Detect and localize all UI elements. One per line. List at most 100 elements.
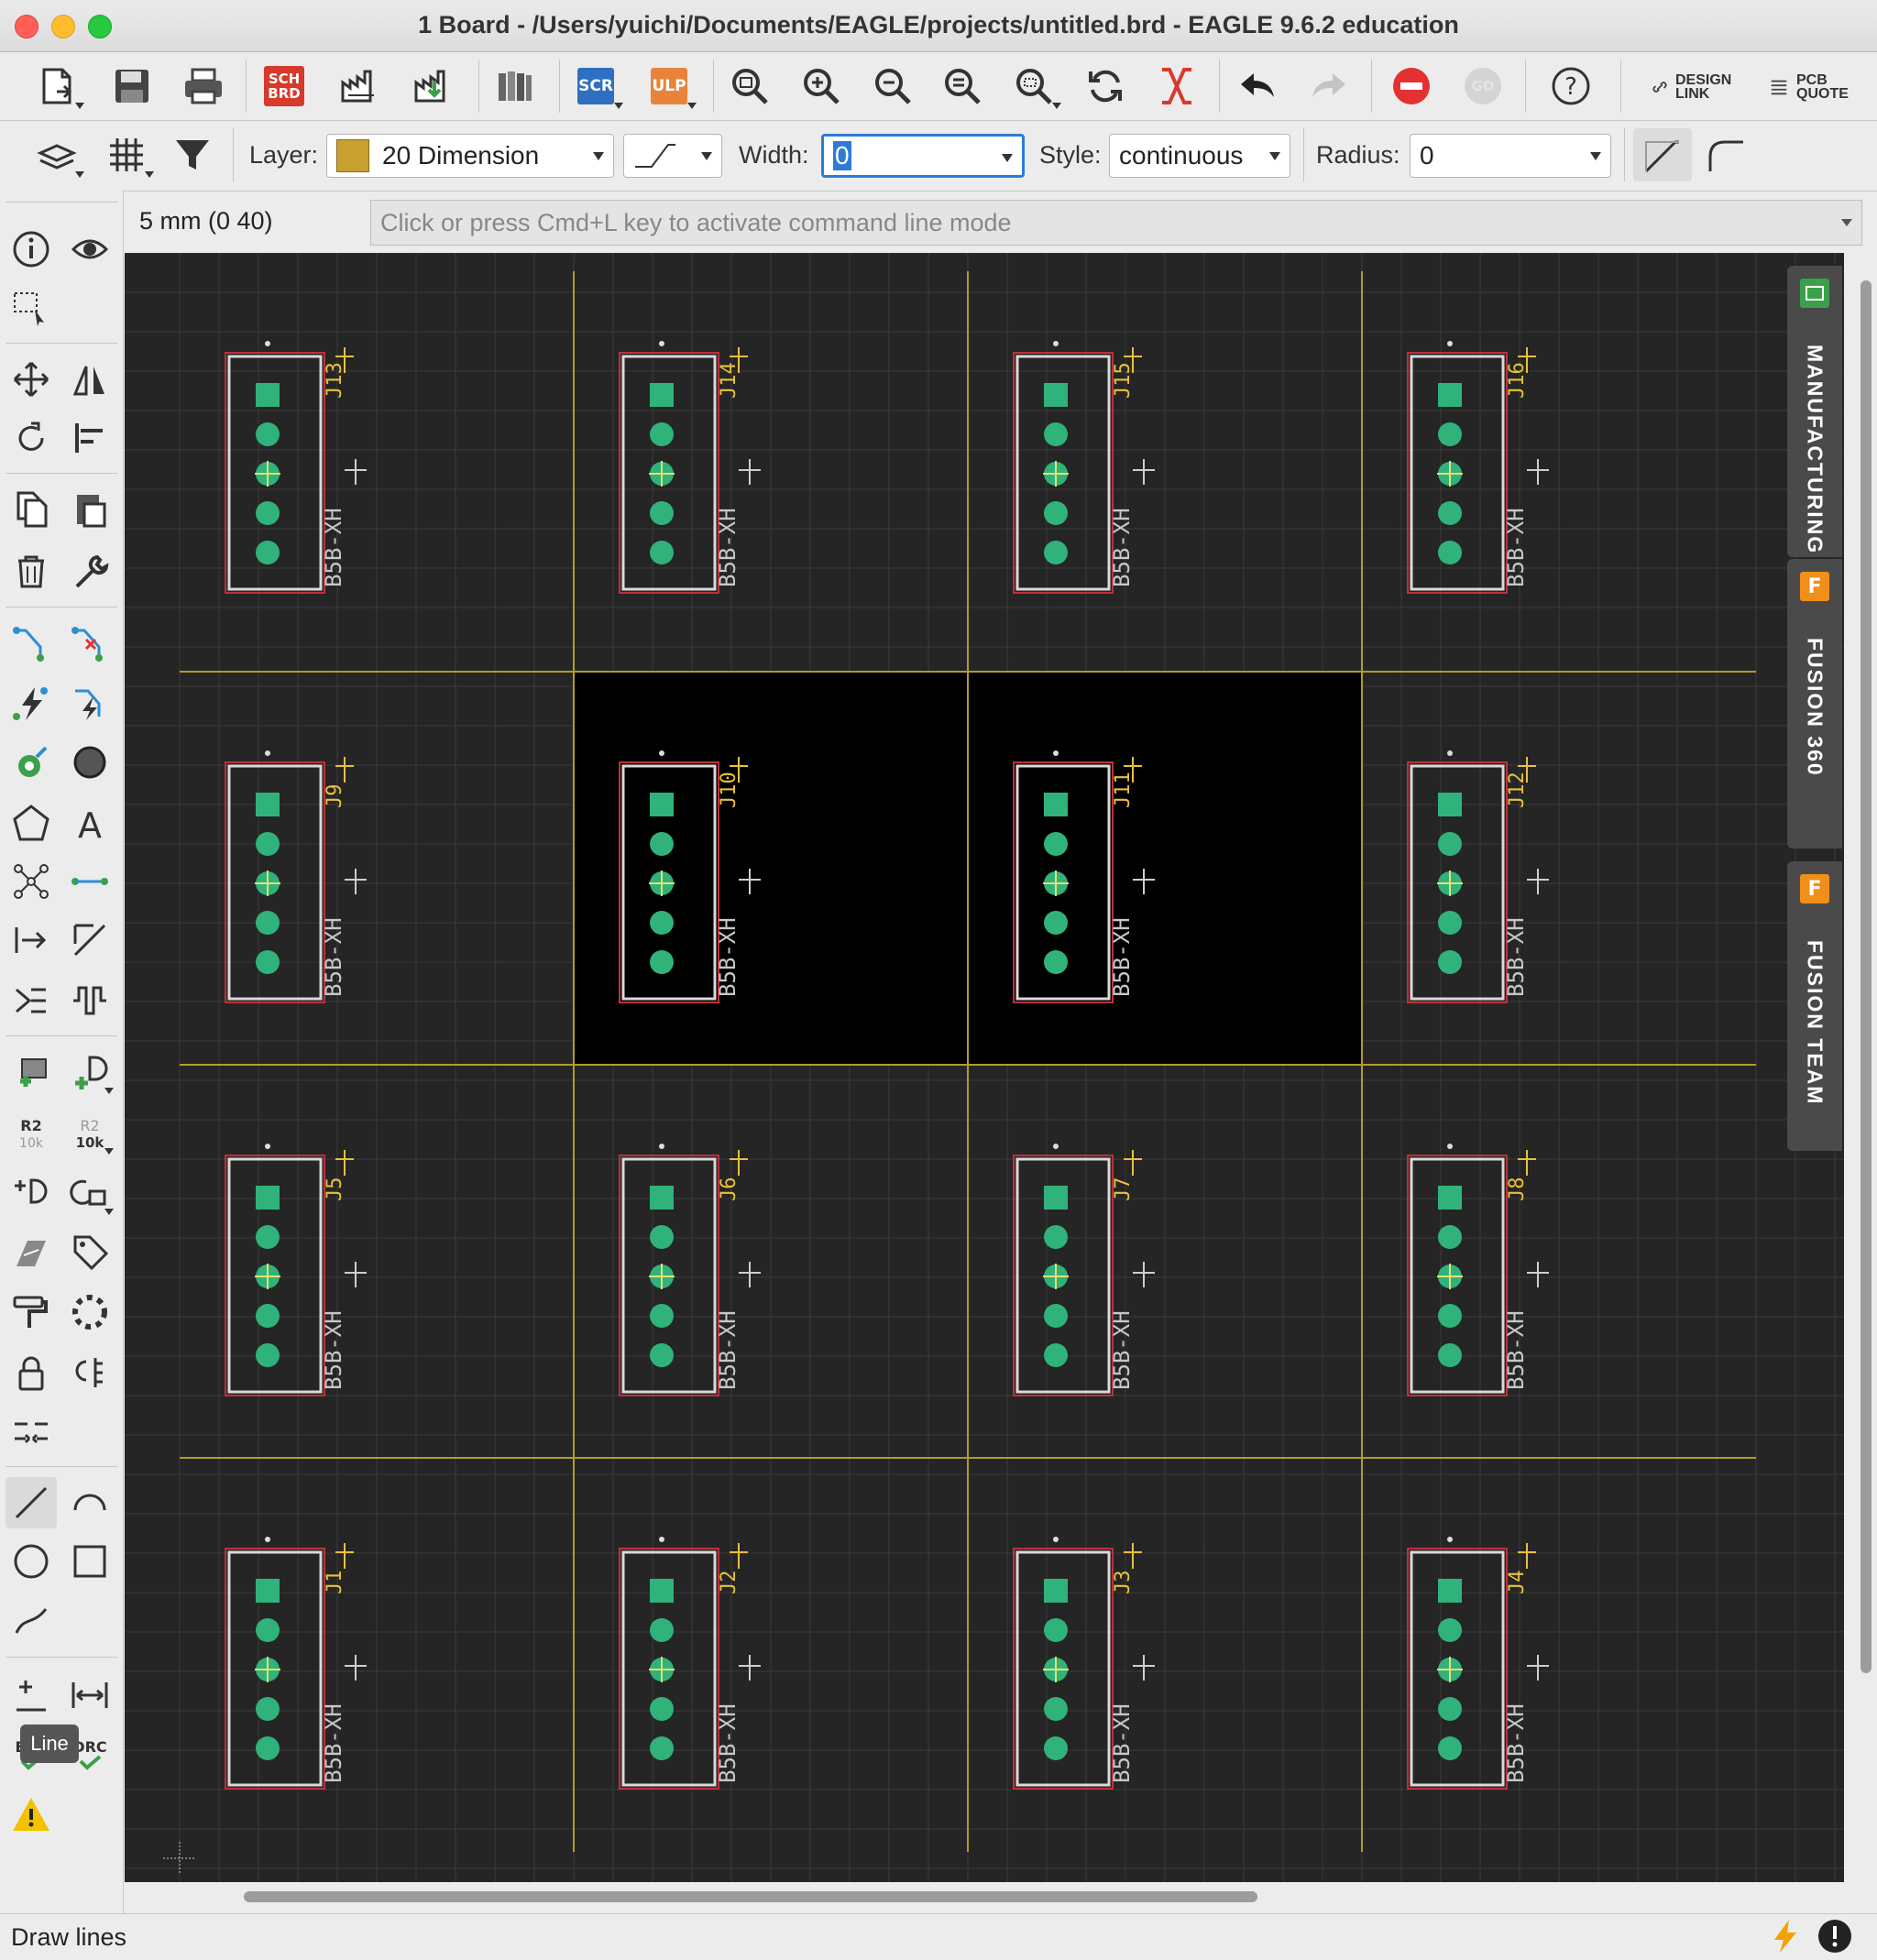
wave-icon[interactable]: [64, 975, 115, 1026]
group-icon[interactable]: [5, 284, 57, 335]
go-icon[interactable]: GO: [1454, 60, 1512, 113]
value-origin: [739, 1655, 761, 1681]
smash-icon[interactable]: [5, 1226, 57, 1277]
gateswap-icon[interactable]: [64, 1287, 115, 1338]
hole-icon[interactable]: [64, 737, 115, 788]
command-row: 5 mm (0 40) Click or press Cmd+L key to …: [125, 192, 1870, 253]
svg-text:?: ?: [1564, 73, 1577, 101]
route-icon[interactable]: [5, 618, 57, 669]
filter-icon[interactable]: [163, 128, 222, 181]
redo-icon[interactable]: [1300, 60, 1358, 113]
print-icon[interactable]: [174, 60, 233, 113]
spline-icon[interactable]: [5, 1594, 57, 1646]
fusion-team-icon: F: [1800, 874, 1829, 903]
invoke-icon[interactable]: [5, 1167, 57, 1219]
ratsnest-icon[interactable]: [1147, 60, 1206, 113]
text-icon[interactable]: A: [64, 797, 115, 849]
warning-icon[interactable]: [5, 1789, 57, 1840]
sch-brd-icon[interactable]: SCH BRD: [255, 60, 313, 113]
paste-icon[interactable]: [64, 484, 115, 535]
polygon-icon[interactable]: [5, 797, 57, 849]
export-icon[interactable]: [405, 60, 464, 113]
tag-icon[interactable]: [64, 1226, 115, 1277]
wire-bend-select[interactable]: [623, 134, 722, 178]
horizontal-scrollbar[interactable]: [125, 1882, 1844, 1911]
fusion-team-tab[interactable]: F FUSION TEAM: [1787, 861, 1842, 1151]
attribute-icon[interactable]: [5, 914, 57, 966]
grid-icon[interactable]: [97, 128, 156, 181]
ulp-icon[interactable]: ULP: [640, 60, 698, 113]
mark-icon[interactable]: [5, 1670, 57, 1721]
fanout-icon[interactable]: [64, 678, 115, 729]
rectangle-icon[interactable]: [64, 1536, 115, 1587]
layer-select[interactable]: 20 Dimension: [326, 134, 614, 178]
add-part-icon[interactable]: [64, 1046, 115, 1098]
copy-icon[interactable]: [5, 484, 57, 535]
zoom-in-icon[interactable]: [792, 60, 851, 113]
delete-icon[interactable]: [5, 546, 57, 597]
help-icon[interactable]: ?: [1542, 60, 1600, 113]
command-line-input[interactable]: Click or press Cmd+L key to activate com…: [370, 200, 1862, 246]
straight-corner-button[interactable]: [1633, 128, 1692, 181]
library-icon[interactable]: [486, 60, 544, 113]
replace-icon[interactable]: [64, 1167, 115, 1219]
lock-icon[interactable]: [5, 1347, 57, 1398]
add-package-icon[interactable]: [5, 1046, 57, 1098]
zoom-redraw-icon[interactable]: [933, 60, 992, 113]
designator-label: J15: [1112, 362, 1135, 399]
show-icon[interactable]: [64, 224, 115, 275]
undo-icon[interactable]: [1228, 60, 1287, 113]
mirror-icon[interactable]: [64, 354, 115, 405]
horizontal-scroll-thumb[interactable]: [244, 1891, 1257, 1902]
open-icon[interactable]: [27, 60, 86, 113]
rotate-icon[interactable]: [5, 412, 57, 464]
design-link-button[interactable]: DESIGN LINK: [1650, 69, 1738, 105]
vertical-scroll-thumb[interactable]: [1861, 280, 1872, 1673]
bus-icon[interactable]: [5, 975, 57, 1026]
name-icon[interactable]: R2 10k: [5, 1107, 57, 1158]
fusion-360-tab[interactable]: F FUSION 360: [1787, 559, 1842, 849]
name-origin: [335, 1150, 354, 1176]
change-icon[interactable]: [64, 546, 115, 597]
radius-field[interactable]: 0: [1410, 134, 1611, 178]
slice-icon[interactable]: [64, 914, 115, 966]
pcb-quote-button[interactable]: PCB QUOTE: [1769, 69, 1857, 105]
stop-icon[interactable]: [1382, 60, 1441, 113]
pinswap-icon[interactable]: [64, 1347, 115, 1398]
layers-icon[interactable]: [27, 128, 86, 181]
refresh-icon[interactable]: [1076, 60, 1135, 113]
name-origin: [1124, 1543, 1142, 1569]
ripup-icon[interactable]: [64, 618, 115, 669]
zoom-select-icon[interactable]: [1004, 60, 1063, 113]
align-icon[interactable]: [64, 412, 115, 464]
meander-icon[interactable]: [64, 856, 115, 907]
vertical-scrollbar[interactable]: [1844, 253, 1877, 1882]
zoom-out-icon[interactable]: [863, 60, 922, 113]
value-icon[interactable]: R2 10k: [64, 1107, 115, 1158]
dimension-icon[interactable]: [64, 1670, 115, 1721]
width-field[interactable]: 0: [821, 134, 1025, 178]
via-icon[interactable]: [5, 737, 57, 788]
script-icon[interactable]: SCR: [566, 60, 625, 113]
round-pad: [650, 1304, 674, 1328]
round-corner-button[interactable]: [1697, 128, 1756, 181]
save-icon[interactable]: [103, 60, 161, 113]
layer-select-value: 20 Dimension: [382, 141, 540, 170]
cam-processor-icon[interactable]: [332, 60, 390, 113]
circle-icon[interactable]: [5, 1536, 57, 1587]
value-origin: [1527, 869, 1549, 894]
manufacturing-tab[interactable]: MANUFACTURING: [1787, 266, 1842, 557]
line-icon[interactable]: [5, 1477, 57, 1528]
split-icon[interactable]: [5, 1406, 57, 1457]
move-icon[interactable]: [5, 354, 57, 405]
board-canvas[interactable]: J13 B5B-XH J14 B5B-XH J15 B5B-XH J16 B5B-XH J9 B5…: [125, 253, 1844, 1882]
style-select[interactable]: continuous: [1109, 134, 1290, 178]
arc-icon[interactable]: [64, 1477, 115, 1528]
paint-roller-icon[interactable]: [5, 1287, 57, 1338]
signal-icon[interactable]: [5, 856, 57, 907]
zoom-fit-icon[interactable]: [720, 60, 779, 113]
autorouter-icon[interactable]: [5, 678, 57, 729]
alert-icon[interactable]: [1817, 1918, 1853, 1955]
info-icon[interactable]: [5, 224, 57, 275]
lightning-icon[interactable]: [1767, 1918, 1804, 1955]
